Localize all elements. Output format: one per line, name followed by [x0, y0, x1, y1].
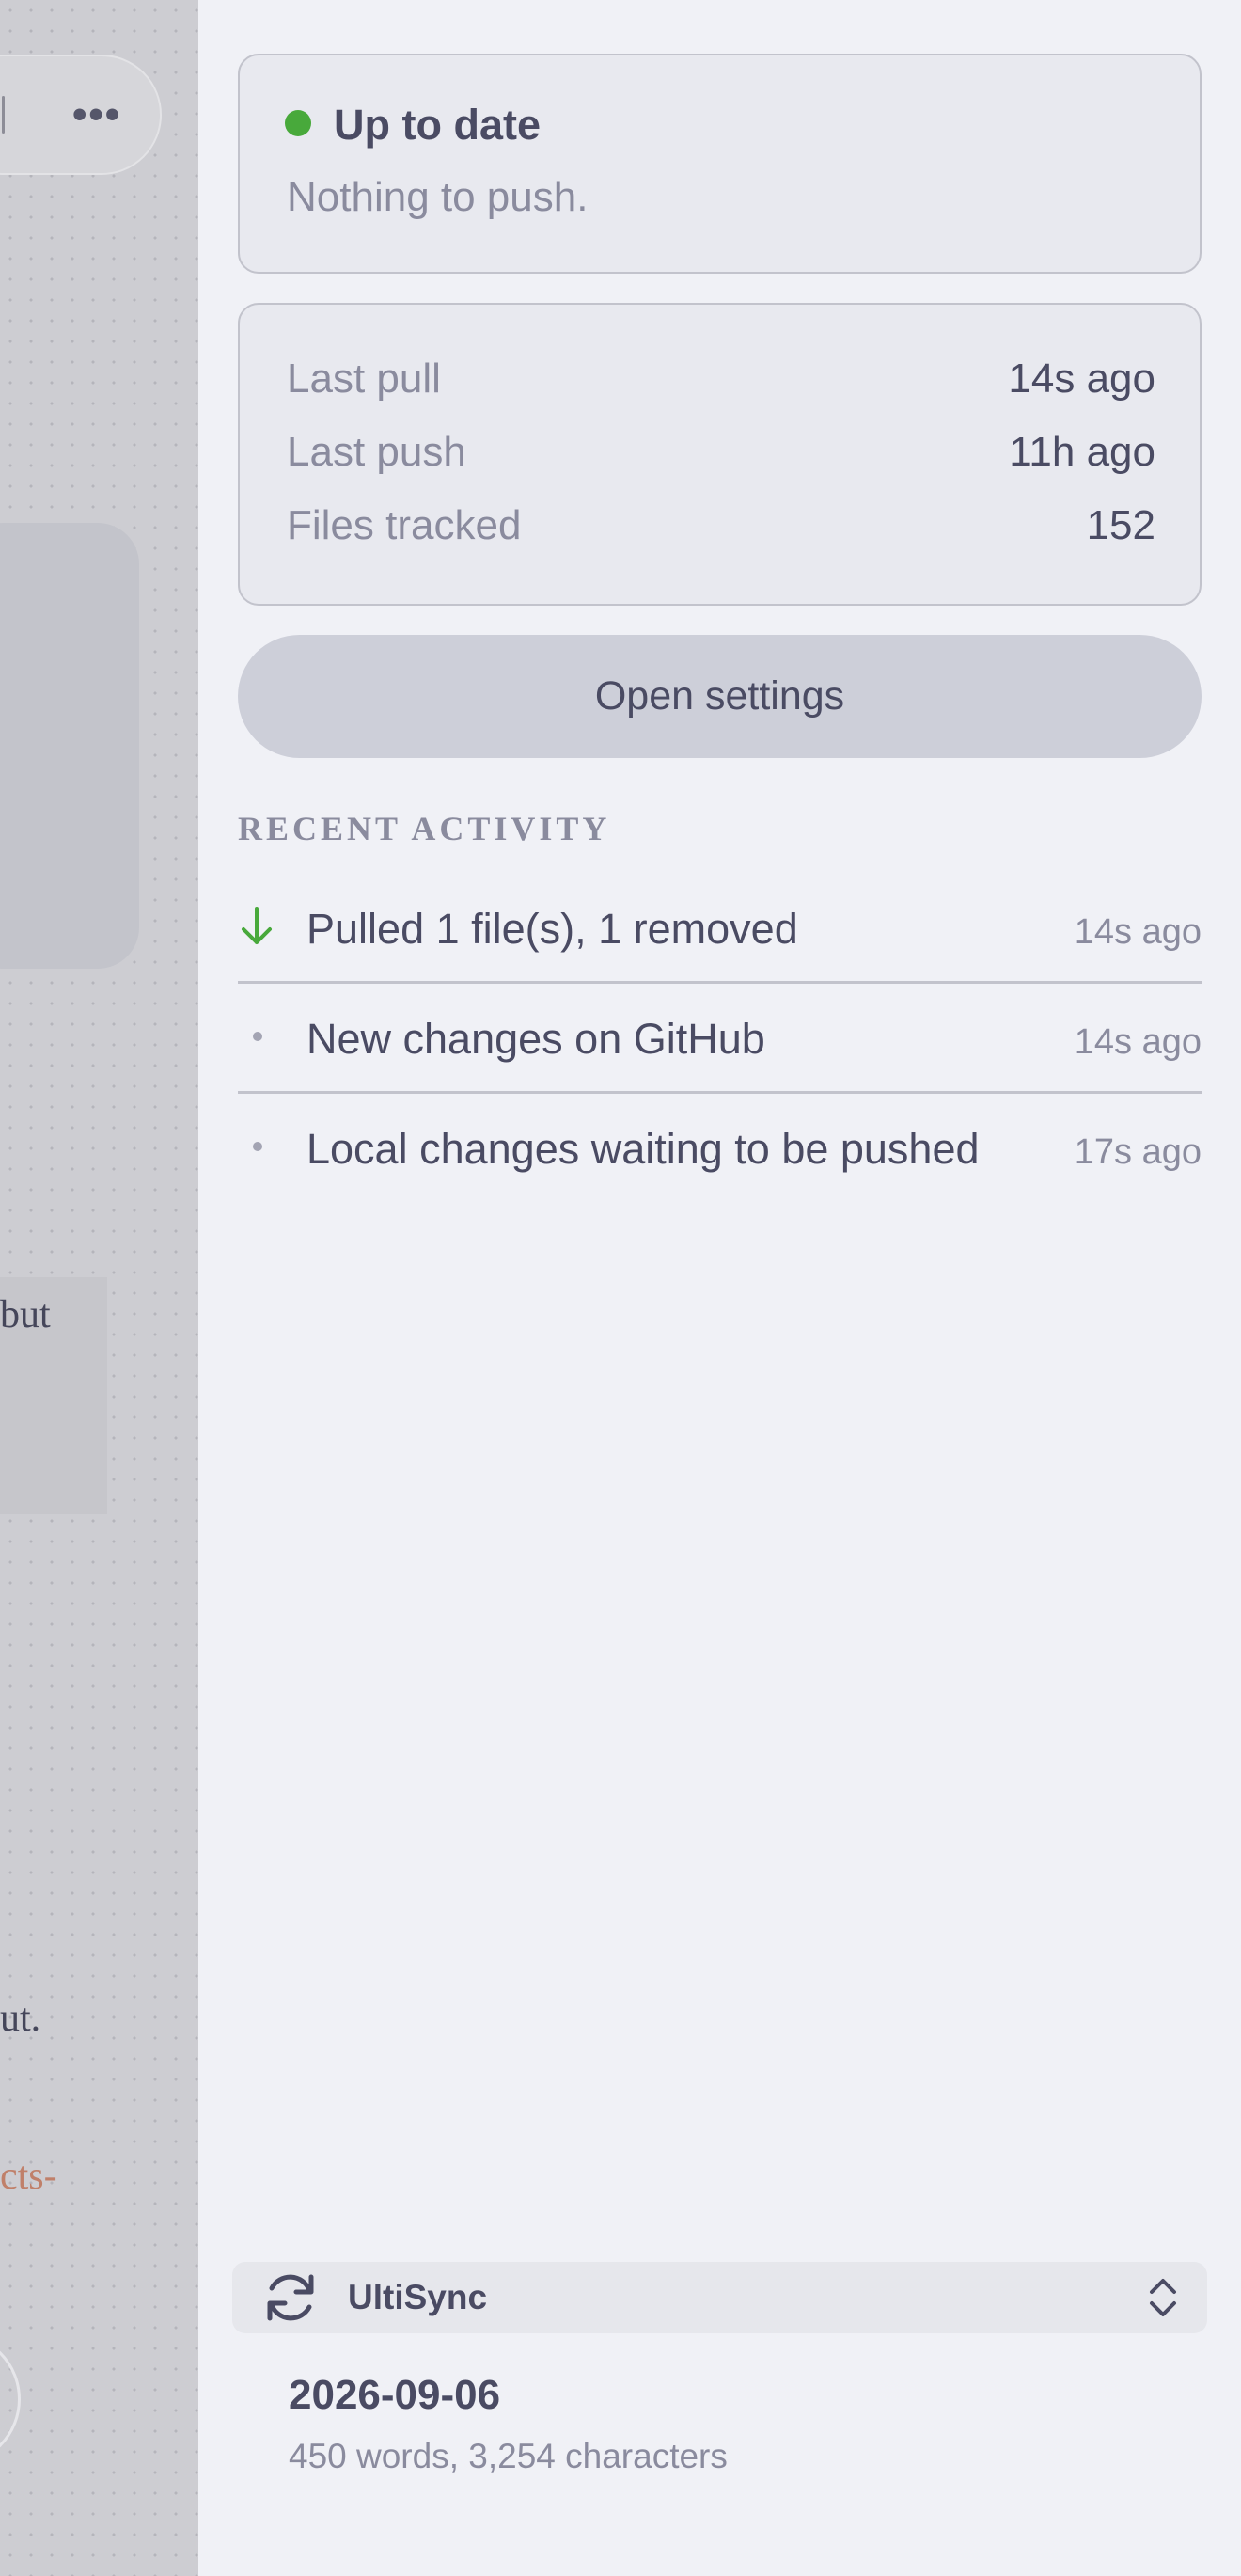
arrow-down-icon	[242, 907, 272, 944]
open-settings-button[interactable]: Open settings	[238, 635, 1202, 758]
stat-value: 14s ago	[1008, 356, 1155, 402]
activity-time: 17s ago	[1074, 1132, 1202, 1172]
activity-time: 14s ago	[1074, 912, 1202, 952]
activity-text: Pulled 1 file(s), 1 removed	[306, 905, 798, 953]
activity-text: Local changes waiting to be pushed	[306, 1125, 980, 1173]
ellipsis-icon[interactable]: •••	[72, 94, 121, 135]
sync-panel: Up to date Nothing to push. Last pull 14…	[198, 0, 1241, 2576]
stat-label: Last push	[287, 429, 466, 475]
editor-text-fragment: ut.	[0, 1997, 41, 2040]
activity-item: Local changes waiting to be pushed 17s a…	[238, 1095, 1202, 1204]
bullet-dot-icon	[253, 1032, 262, 1041]
recent-activity-heading: RECENT ACTIVITY	[238, 810, 611, 847]
plugin-selector[interactable]: UltiSync	[232, 2262, 1207, 2333]
chevron-up-down-icon	[1150, 2279, 1176, 2316]
stat-row-last-pull: Last pull 14s ago	[287, 356, 1155, 412]
sync-stats-card: Last pull 14s ago Last push 11h ago File…	[238, 303, 1202, 606]
stat-label: Last pull	[287, 356, 441, 402]
note-date: 2026-09-06	[289, 2372, 501, 2418]
stat-value: 11h ago	[1009, 429, 1155, 475]
sync-icon	[267, 2274, 314, 2321]
status-subtitle: Nothing to push.	[287, 174, 589, 220]
editor-floating-button[interactable]	[0, 2332, 21, 2466]
status-card: Up to date Nothing to push.	[238, 54, 1202, 274]
stat-row-last-push: Last push 11h ago	[287, 429, 1155, 485]
editor-card	[0, 523, 139, 969]
bullet-dot-icon	[253, 1142, 262, 1151]
editor-toolbar-pill: •••	[0, 55, 162, 175]
note-word-count: 450 words, 3,254 characters	[289, 2437, 728, 2475]
activity-item: New changes on GitHub 14s ago	[238, 985, 1202, 1094]
stat-row-files-tracked: Files tracked 152	[287, 502, 1155, 559]
stat-label: Files tracked	[287, 502, 522, 548]
status-title: Up to date	[334, 101, 541, 149]
editor-link-fragment: cts-	[0, 2155, 57, 2198]
editor-background: ••• but ut. cts-	[0, 0, 198, 2576]
activity-time: 14s ago	[1074, 1022, 1202, 1062]
activity-text: New changes on GitHub	[306, 1015, 765, 1063]
editor-text-fragment: but	[0, 1293, 51, 1336]
plugin-name: UltiSync	[348, 2278, 488, 2316]
stat-value: 152	[1086, 502, 1155, 548]
toolbar-divider	[2, 96, 5, 134]
activity-item: Pulled 1 file(s), 1 removed 14s ago	[238, 875, 1202, 984]
status-dot-icon	[285, 110, 311, 136]
